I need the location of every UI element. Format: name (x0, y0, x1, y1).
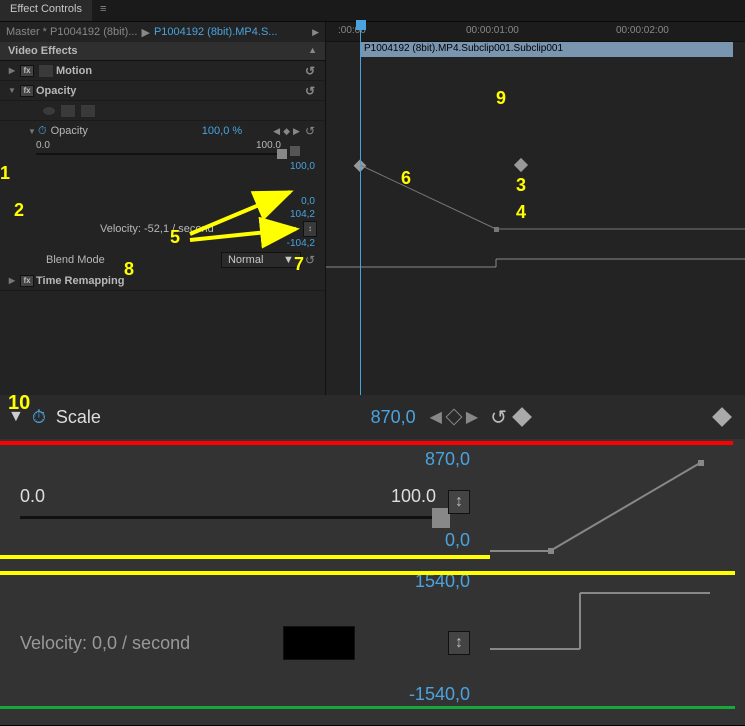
fx-badge-icon: fx (20, 65, 34, 77)
opacity-property: ▼ ⏱ Opacity 100,0 % ◀ ◆ ▶ ↺ (0, 121, 325, 141)
opacity-value[interactable]: 100,0 % (202, 125, 242, 137)
velocity-min-label: -1540,0 (0, 684, 490, 705)
velocity-readout: Velocity: -52,1 / second (100, 223, 214, 235)
clip-bar[interactable]: P1004192 (8bit).MP4.Subclip001.Subclip00… (360, 42, 733, 57)
opacity-prop-label: Opacity (51, 125, 202, 137)
velocity-input[interactable] (283, 626, 355, 660)
motion-transform-icon[interactable] (38, 64, 54, 78)
rect-mask-icon[interactable] (60, 104, 76, 118)
collapse-icon[interactable]: ▲ (308, 45, 317, 57)
time-tick: 00:00:01:00 (466, 25, 519, 36)
master-clip-label: Master * P1004192 (8bit)... (6, 26, 137, 38)
slider-scale-icon[interactable]: ↕ (448, 490, 470, 514)
scale-panel: ▼ ⏱ Scale 870,0 ◀ ▶ ↺ 870,0 0.0 100.0 ↕ … (0, 395, 745, 725)
expand-icon[interactable]: ▶ (6, 275, 18, 287)
blend-mode-dropdown[interactable]: Normal ▼ (221, 252, 301, 268)
opacity-slider[interactable]: 0.0 100.0 (36, 143, 301, 159)
time-tick: 00:00:02:00 (616, 25, 669, 36)
scale-slider[interactable]: 0.0 100.0 ↕ (20, 486, 470, 526)
fx-badge-icon: fx (20, 85, 34, 97)
next-keyframe-icon[interactable]: ▶ (466, 407, 478, 427)
clip-breadcrumb: Master * P1004192 (8bit)... ▶ P1004192 (… (0, 22, 325, 42)
breadcrumb-separator-icon: ▶ (141, 26, 149, 39)
scale-label: Scale (56, 407, 371, 428)
effect-list: Master * P1004192 (8bit)... ▶ P1004192 (… (0, 22, 325, 395)
velocity-max-label: 104,2 (0, 209, 325, 220)
blend-mode-label: Blend Mode (46, 254, 221, 266)
expand-icon[interactable]: ▼ (6, 85, 18, 97)
reset-icon[interactable]: ↺ (301, 64, 319, 78)
velocity-readout: Velocity: 0,0 / second (20, 633, 190, 654)
opacity-label: Opacity (36, 85, 76, 97)
scale-graph[interactable] (490, 439, 735, 709)
graph-min-label: 0,0 (0, 196, 325, 207)
playhead-handle[interactable] (356, 20, 366, 30)
motion-label: Motion (56, 65, 92, 77)
effect-motion[interactable]: ▶ fx Motion ↺ (0, 61, 325, 81)
time-remapping-label: Time Remapping (36, 275, 124, 287)
scale-graph-min: 0,0 (0, 530, 490, 551)
add-keyframe-icon[interactable] (445, 409, 462, 426)
annotation-yellowbar (0, 555, 490, 559)
effect-controls-panel: Effect Controls ≡ Master * P1004192 (8bi… (0, 0, 745, 395)
next-keyframe-icon[interactable]: ▶ (292, 126, 301, 137)
slider-min: 0.0 (20, 486, 45, 507)
keyframe-diamond[interactable] (514, 158, 528, 172)
add-keyframe-icon[interactable]: ◆ (282, 126, 291, 137)
expand-icon[interactable]: ▶ (6, 65, 18, 77)
annotation-yellowbar-right (0, 571, 735, 575)
keyframe-marker[interactable] (712, 407, 732, 427)
pen-mask-icon[interactable] (80, 104, 96, 118)
velocity-scale-icon[interactable]: ↕ (448, 631, 470, 655)
timeline-pane: :00:00 00:00:01:00 00:00:02:00 P1004192 … (325, 22, 745, 395)
stopwatch-icon[interactable]: ⏱ (38, 125, 47, 138)
panel-menu-icon[interactable]: ≡ (92, 0, 114, 21)
fx-badge-icon: fx (20, 275, 34, 287)
slider-track[interactable] (36, 153, 281, 155)
prev-keyframe-icon[interactable]: ◀ (430, 407, 442, 427)
scale-controls: 870,0 0.0 100.0 ↕ 0,0 1540,0 Velocity: 0… (0, 439, 490, 711)
prev-keyframe-icon[interactable]: ◀ (272, 126, 281, 137)
effect-opacity[interactable]: ▼ fx Opacity ↺ (0, 81, 325, 101)
reset-icon[interactable]: ↺ (301, 124, 319, 138)
mask-tools (0, 101, 325, 121)
breadcrumb-more-icon[interactable]: ▶ (312, 27, 319, 38)
keyframe-marker[interactable] (512, 407, 532, 427)
expand-icon[interactable]: ▼ (8, 408, 24, 426)
graph-max-label: 100,0 (0, 161, 325, 172)
stopwatch-icon[interactable]: ⏱ (32, 407, 46, 428)
graph-toggle-icon[interactable] (289, 145, 301, 157)
graph-area[interactable] (326, 57, 745, 395)
scale-header: ▼ ⏱ Scale 870,0 ◀ ▶ ↺ (0, 395, 745, 439)
slider-min: 0.0 (36, 140, 50, 151)
velocity-scale-icon[interactable]: ↕ (303, 221, 317, 237)
time-ruler[interactable]: :00:00 00:00:01:00 00:00:02:00 (326, 22, 745, 42)
video-effects-header: Video Effects ▲ (0, 42, 325, 61)
keyframe-point[interactable] (698, 460, 704, 466)
reset-icon[interactable]: ↺ (301, 253, 319, 267)
blend-mode-row: Blend Mode Normal ▼ ↺ (0, 249, 325, 271)
panel-header: Effect Controls ≡ (0, 0, 745, 22)
slider-handle[interactable] (277, 149, 287, 159)
scale-value[interactable]: 870,0 (371, 407, 416, 428)
slider-track[interactable] (20, 516, 440, 519)
panel-tab[interactable]: Effect Controls (0, 0, 92, 21)
reset-icon[interactable]: ↺ (490, 405, 507, 430)
velocity-min-label: -104,2 (0, 238, 325, 249)
reset-icon[interactable]: ↺ (301, 84, 319, 98)
expand-icon[interactable]: ▼ (26, 125, 38, 137)
slider-max: 100.0 (391, 486, 436, 507)
scale-graph-max: 870,0 (0, 449, 490, 470)
annotation-greenbar (0, 706, 735, 709)
chevron-down-icon: ▼ (283, 254, 294, 266)
playhead[interactable] (360, 22, 361, 395)
active-clip-label[interactable]: P1004192 (8bit).MP4.S... (154, 26, 278, 38)
effect-time-remapping[interactable]: ▶ fx Time Remapping (0, 271, 325, 291)
ellipse-mask-icon[interactable] (42, 106, 56, 116)
